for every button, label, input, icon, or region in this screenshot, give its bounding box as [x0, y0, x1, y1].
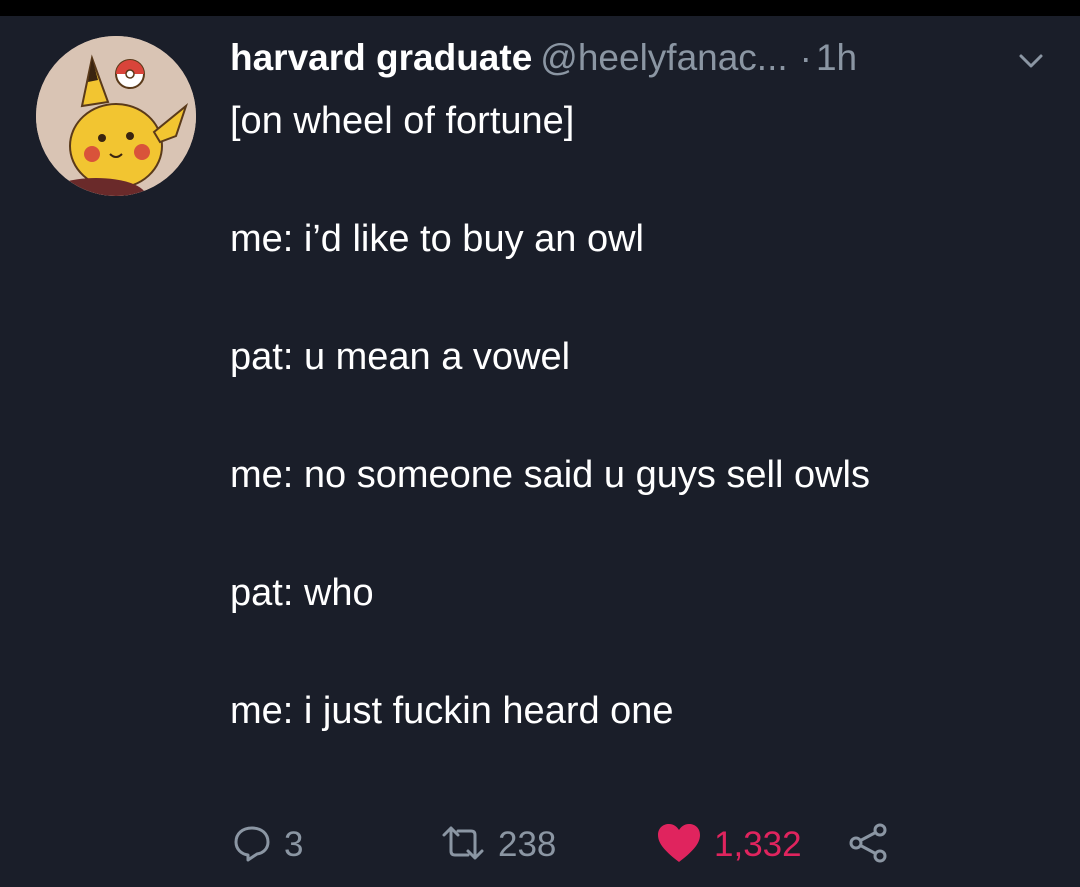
reply-button[interactable]: 3 — [232, 820, 303, 870]
share-icon — [848, 822, 890, 869]
tweet-text-line: me: i’d like to buy an owl — [230, 218, 644, 260]
reply-count: 3 — [284, 825, 304, 864]
avatar-image — [36, 36, 196, 196]
retweet-button[interactable]: 238 — [440, 820, 556, 870]
retweet-icon — [440, 823, 486, 868]
reply-icon — [232, 823, 272, 868]
timestamp[interactable]: 1h — [816, 37, 857, 78]
retweet-count: 238 — [498, 825, 557, 864]
like-button[interactable]: 1,332 — [656, 820, 802, 870]
like-count: 1,332 — [714, 825, 802, 864]
tweet-text-line: pat: u mean a vowel — [230, 336, 571, 378]
tweet-text-line: pat: who — [230, 572, 374, 614]
avatar[interactable] — [36, 36, 196, 196]
chevron-down-icon[interactable] — [1016, 50, 1046, 72]
separator-dot: · — [799, 37, 812, 78]
tweet-text-line: me: no someone said u guys sell owls — [230, 454, 870, 496]
heart-icon — [656, 822, 702, 869]
share-button[interactable] — [848, 820, 890, 870]
status-bar-strip — [0, 0, 1080, 16]
tweet-text-line: [on wheel of fortune] — [230, 100, 575, 142]
user-handle[interactable]: @heelyfanac... — [540, 37, 787, 78]
tweet-header: harvard graduate @heelyfanac... · 1h — [230, 33, 1050, 83]
display-name[interactable]: harvard graduate — [230, 37, 532, 78]
tweet-text-line: me: i just fuckin heard one — [230, 690, 674, 732]
